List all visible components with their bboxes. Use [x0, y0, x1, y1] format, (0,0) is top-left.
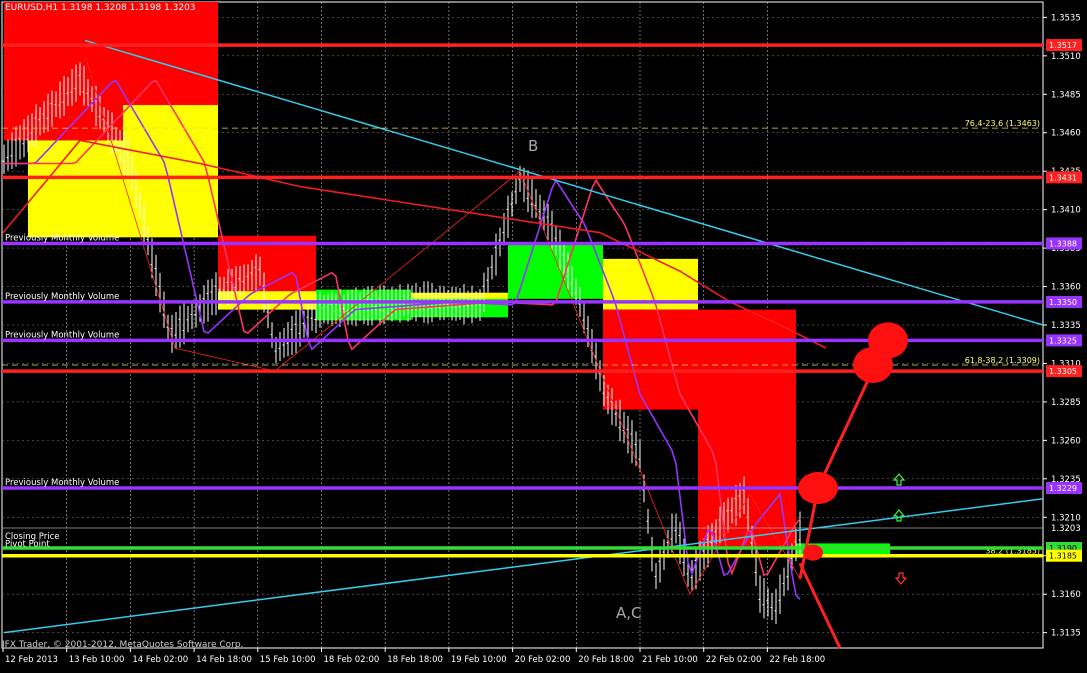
line-label: Previously Monthly Volume — [5, 478, 119, 488]
line-label: Previously Monthly Volume — [5, 233, 119, 243]
price-label: 1.3360 — [1051, 283, 1081, 293]
fib-level-label: 61,8-38,2 (1.3309) — [965, 356, 1040, 365]
time-label: 20 Feb 02:00 — [515, 655, 571, 665]
annotation-b: B — [528, 137, 538, 155]
level-tag-label: 1.3431 — [1049, 173, 1077, 182]
line-label: Previously Monthly Volume — [5, 330, 119, 340]
projection-circle — [803, 544, 823, 561]
price-label: 1.3210 — [1051, 513, 1081, 523]
current-price-label: 1.3203 — [1051, 524, 1081, 534]
price-label: 1.3460 — [1051, 129, 1081, 139]
time-label: 12 Feb 2013 — [5, 655, 58, 665]
level-tag-label: 1.3305 — [1049, 367, 1077, 376]
price-label: 1.3285 — [1051, 398, 1081, 408]
time-label: 22 Feb 18:00 — [769, 655, 825, 665]
chart-header: EURUSD,H1 1.3198 1.3208 1.3198 1.3203 — [5, 3, 196, 13]
price-label: 1.3535 — [1051, 13, 1081, 23]
volume-box — [698, 309, 796, 549]
level-tag-label: 1.3388 — [1049, 239, 1077, 248]
price-label: 1.3510 — [1051, 52, 1081, 62]
time-label: 14 Feb 18:00 — [196, 655, 252, 665]
volume-box — [123, 105, 218, 238]
level-tag-label: 1.3185 — [1049, 552, 1077, 561]
time-label: 18 Feb 18:00 — [387, 655, 443, 665]
price-label: 1.3485 — [1051, 90, 1081, 100]
price-label: 1.3335 — [1051, 321, 1081, 331]
volume-box — [603, 309, 698, 410]
projection-circle — [798, 472, 838, 505]
time-label: 18 Feb 02:00 — [324, 655, 380, 665]
copyright-label: IFX Trader, © 2001-2012, MetaQuotes Soft… — [2, 640, 244, 650]
time-label: 14 Feb 02:00 — [132, 655, 188, 665]
level-tag-label: 1.3517 — [1049, 41, 1077, 50]
fib-level-label: 76,4-23,6 (1.3463) — [965, 119, 1040, 128]
price-label: 1.3135 — [1051, 629, 1081, 639]
price-label: 1.3260 — [1051, 436, 1081, 446]
line-label: Previously Monthly Volume — [5, 292, 119, 302]
time-label: 13 Feb 10:00 — [69, 655, 125, 665]
line-label: Pivot Point — [5, 540, 50, 550]
level-tag-label: 1.3325 — [1049, 336, 1077, 345]
time-label: 21 Feb 10:00 — [642, 655, 698, 665]
time-label: 20 Feb 18:00 — [578, 655, 634, 665]
annotation-ac: A,C — [616, 604, 642, 622]
price-label: 1.3410 — [1051, 206, 1081, 216]
level-tag-label: 1.3350 — [1049, 298, 1077, 307]
time-label: 15 Feb 10:00 — [260, 655, 316, 665]
price-chart[interactable]: 12 Feb 2013 13 Feb 10:00 14 Feb 02:00 14 Fe… — [0, 0, 1087, 669]
level-tag-label: 1.3229 — [1049, 484, 1077, 493]
chart-root: 12 Feb 2013 13 Feb 10:00 14 Feb 02:00 14 Fe… — [0, 0, 1087, 669]
projection-circle — [868, 322, 908, 359]
time-label: 22 Feb 02:00 — [706, 655, 762, 665]
time-label: 19 Feb 10:00 — [451, 655, 507, 665]
price-label: 1.3160 — [1051, 590, 1081, 600]
